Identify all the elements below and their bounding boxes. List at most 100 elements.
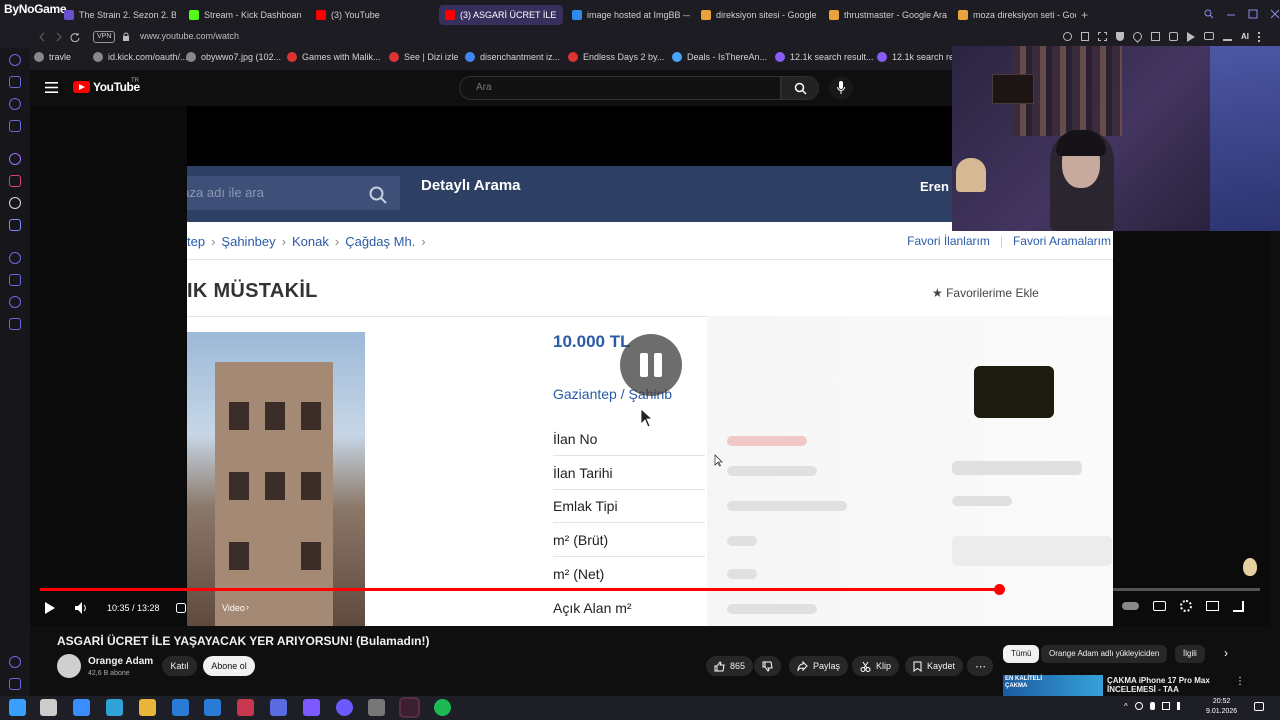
bookmark-item[interactable]: Deals - IsThereAn... <box>672 52 767 62</box>
bookmark-item[interactable]: 12.1k search res <box>877 52 959 62</box>
browser-tab[interactable]: (3) YouTube <box>310 5 430 25</box>
like-button[interactable]: 865 <box>706 656 754 676</box>
channel-avatar[interactable] <box>57 654 81 678</box>
channel-name[interactable]: Orange Adam <box>88 656 153 667</box>
bookmark-item[interactable]: See | Dizi izle <box>389 52 458 62</box>
camera-icon[interactable] <box>1204 32 1214 40</box>
volume-icon[interactable] <box>74 601 88 617</box>
speed-dial-icon[interactable] <box>9 54 21 66</box>
pin-icon[interactable] <box>1081 32 1089 41</box>
notification-icon[interactable] <box>1254 702 1264 711</box>
app-icon[interactable] <box>303 699 320 716</box>
recommendation-title[interactable]: ÇAKMA iPhone 17 Pro Max İNCELEMESİ - TAA <box>1107 676 1227 694</box>
chapter-label[interactable]: Video <box>222 603 245 613</box>
bookmark-item[interactable]: disenchantment iz... <box>465 52 560 62</box>
discord-icon[interactable] <box>336 699 353 716</box>
settings-gear-icon[interactable] <box>1180 600 1192 612</box>
miniplayer-icon[interactable] <box>1206 601 1219 611</box>
heart-icon[interactable] <box>1131 30 1144 43</box>
browser-tab[interactable]: moza direksiyon seti - Goo <box>952 5 1076 25</box>
mail-icon[interactable] <box>204 699 221 716</box>
browser-tab[interactable]: image hosted at ImgBB — <box>566 5 690 25</box>
tray-mic-icon[interactable] <box>1149 702 1155 710</box>
history-icon[interactable] <box>9 76 21 88</box>
instagram-icon[interactable] <box>9 175 21 187</box>
browser-gx-icon[interactable] <box>73 699 90 716</box>
shield-icon[interactable] <box>1116 32 1124 41</box>
app-icon[interactable] <box>399 697 420 718</box>
dislike-button[interactable] <box>754 656 781 676</box>
play-icon[interactable] <box>1187 32 1195 42</box>
browser-tab[interactable]: Stream - Kick Dashboard <box>183 5 301 25</box>
chip-related[interactable]: İlgili <box>1175 645 1205 663</box>
chapter-chevron-icon[interactable]: › <box>246 602 249 612</box>
app-icon[interactable] <box>237 699 254 716</box>
pause-overlay-button[interactable] <box>620 334 682 396</box>
browser-tab[interactable]: direksiyon sitesi - Google <box>695 5 819 25</box>
chip-all[interactable]: Tümü <box>1003 645 1040 663</box>
youtube-search-input[interactable]: Ara <box>459 76 781 100</box>
chapters-icon[interactable] <box>176 603 186 613</box>
maximize-icon[interactable] <box>1248 9 1258 19</box>
minimize-icon[interactable] <box>1226 9 1236 19</box>
timer-icon[interactable] <box>9 274 21 286</box>
tray-volume-icon[interactable] <box>1176 702 1185 710</box>
spotify-icon[interactable] <box>434 699 451 716</box>
share-button[interactable]: Paylaş <box>789 656 849 676</box>
close-icon[interactable] <box>1270 9 1280 19</box>
youtube-logo[interactable]: YouTube <box>73 80 140 94</box>
bookmark-item[interactable]: id.kick.com/oauth/... <box>93 52 188 62</box>
clock-icon[interactable] <box>9 252 21 264</box>
browser-tab[interactable]: thrustmaster - Google Ara <box>823 5 947 25</box>
clip-button[interactable]: Klip <box>852 656 900 676</box>
forward-icon[interactable] <box>54 32 64 42</box>
back-icon[interactable] <box>37 32 47 42</box>
chevron-right-icon[interactable]: › <box>1224 646 1228 660</box>
taskbar-clock[interactable]: 20:52 9.01.2026 <box>1206 697 1237 717</box>
twitch-icon[interactable] <box>9 153 21 165</box>
menu-icon[interactable] <box>1258 32 1261 42</box>
lock-icon[interactable] <box>122 32 130 42</box>
progress-bar-played[interactable] <box>40 588 999 591</box>
bookmark-item[interactable]: Endless Days 2 by... <box>568 52 664 62</box>
zoom-icon[interactable] <box>1063 32 1072 41</box>
voice-search-button[interactable] <box>829 76 853 100</box>
download-icon[interactable] <box>1223 32 1232 41</box>
vpn-badge[interactable]: VPN <box>93 31 116 43</box>
more-icon[interactable] <box>9 678 21 690</box>
bookmark-item[interactable]: travle <box>34 52 71 62</box>
chip-from-uploader[interactable]: Orange Adam adlı yükleyiciden <box>1041 645 1168 663</box>
chat-icon[interactable] <box>9 296 21 308</box>
save-button[interactable]: Kaydet <box>905 656 964 676</box>
search-icon[interactable] <box>1204 9 1214 19</box>
cube-icon[interactable] <box>1151 32 1160 41</box>
extensions-icon[interactable] <box>9 98 21 110</box>
mail-icon[interactable] <box>9 120 21 132</box>
discord-icon[interactable] <box>9 219 21 231</box>
tray-network-icon[interactable] <box>1161 702 1170 710</box>
more-actions-button[interactable]: ⋯ <box>967 656 993 676</box>
file-explorer-icon[interactable] <box>139 699 156 716</box>
tray-eye-icon[interactable] <box>1134 702 1143 710</box>
bookmark-item[interactable]: 12.1k search result... <box>775 52 874 62</box>
tray-chevron-icon[interactable]: ^ <box>1124 702 1128 711</box>
extensions-icon[interactable] <box>1169 32 1178 41</box>
subtitles-icon[interactable] <box>1153 601 1166 611</box>
youtube-search-button[interactable] <box>781 76 819 100</box>
windows-start-icon[interactable] <box>9 699 26 716</box>
app-icon[interactable] <box>368 699 385 716</box>
recommendation-thumbnail[interactable]: EN KALİTELİ ÇAKMA <box>1003 675 1103 696</box>
fullscreen-icon[interactable] <box>1233 600 1244 612</box>
app-icon[interactable] <box>270 699 287 716</box>
screenshot-icon[interactable] <box>1098 32 1107 41</box>
task-view-icon[interactable] <box>40 699 57 716</box>
settings-icon[interactable] <box>9 318 21 330</box>
browser-tab[interactable]: (3) ASGARİ ÜCRET İLE <box>439 5 563 25</box>
play-button-icon[interactable] <box>42 601 56 617</box>
join-button[interactable]: Katıl <box>162 656 197 676</box>
ai-icon[interactable]: AI <box>1241 32 1249 42</box>
store-icon[interactable] <box>172 699 189 716</box>
url-field[interactable]: www.youtube.com/watch <box>140 31 239 41</box>
new-tab-button[interactable]: + <box>1081 8 1088 22</box>
more-vertical-icon[interactable]: ⋮ <box>1235 676 1245 687</box>
